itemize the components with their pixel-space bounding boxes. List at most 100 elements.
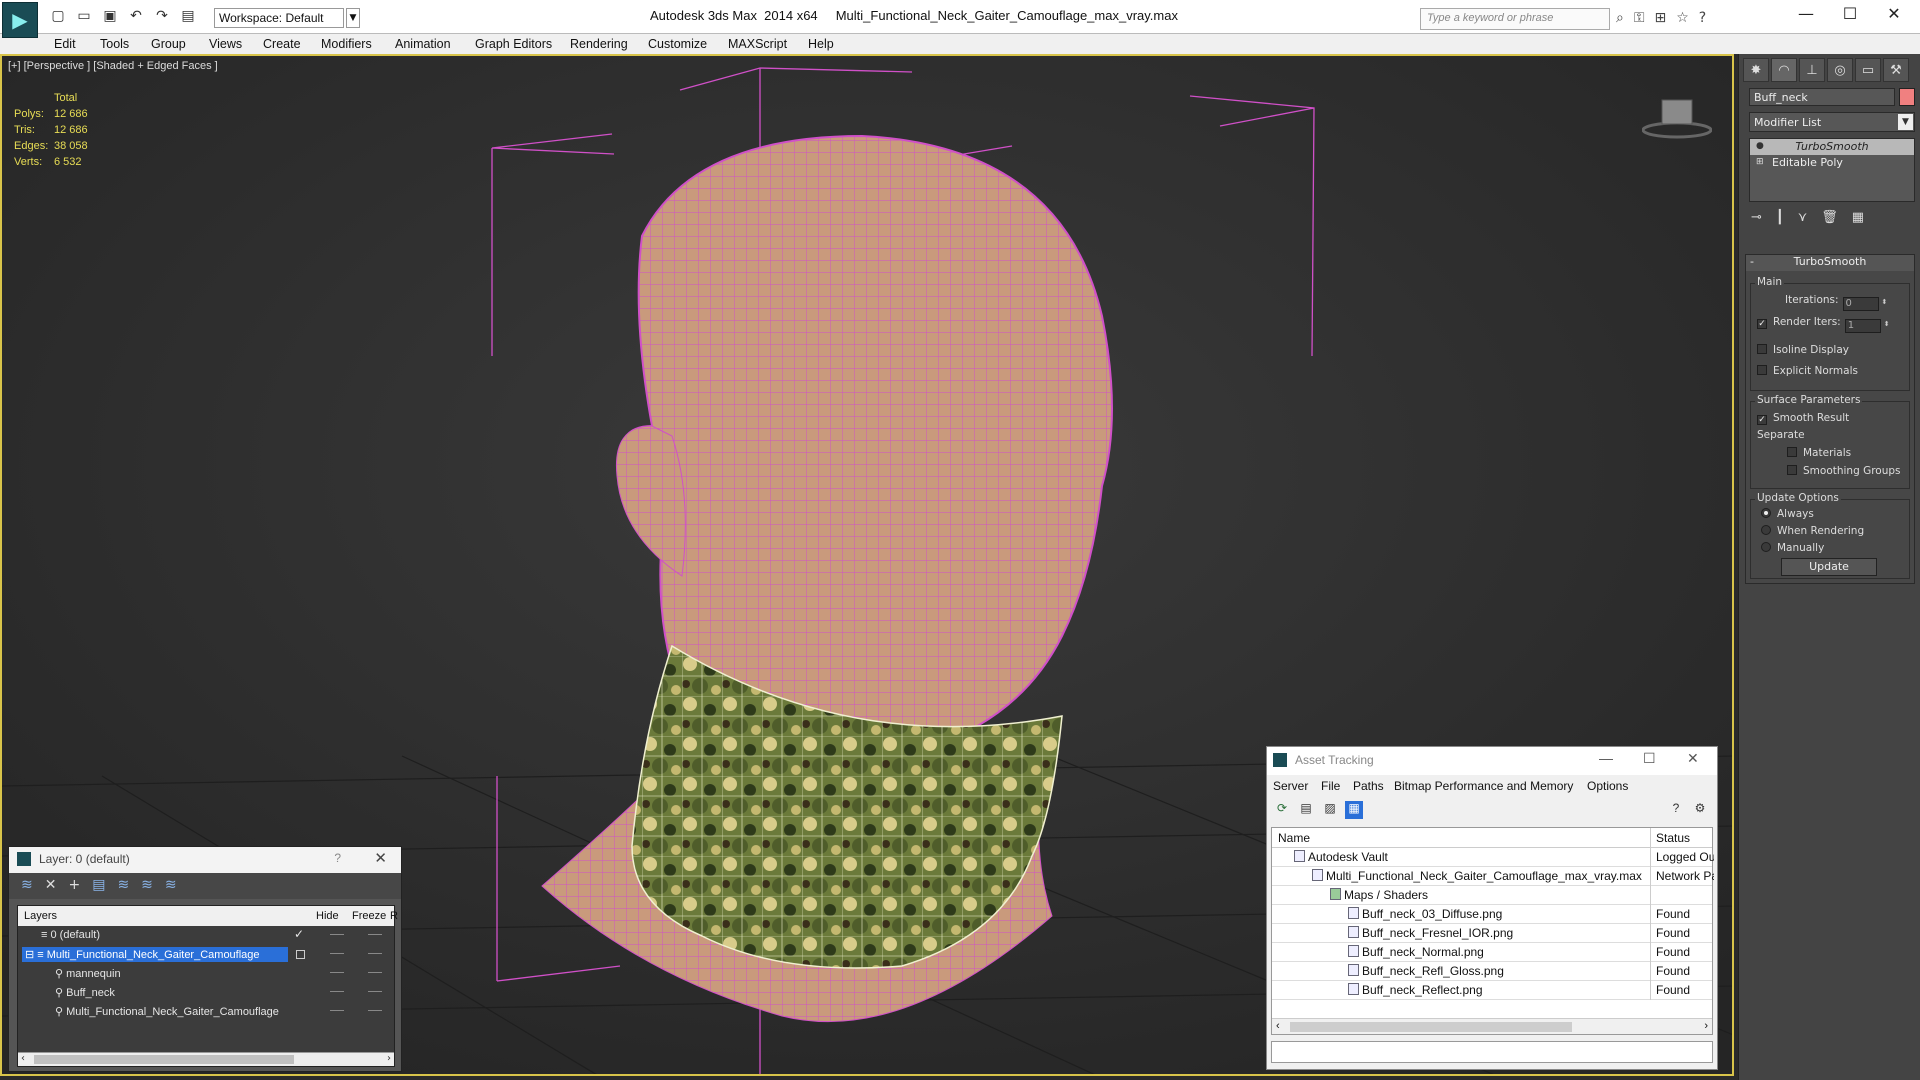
chevron-down-icon[interactable]: ▼ [1898, 114, 1913, 130]
asset-horizontal-scrollbar[interactable]: ‹ › [1272, 1018, 1712, 1034]
menu-modifiers[interactable]: Modifiers [321, 37, 372, 51]
menu-customize[interactable]: Customize [648, 37, 707, 51]
scrollbar-thumb[interactable] [1290, 1022, 1572, 1032]
smoothing-groups-checkbox[interactable] [1787, 465, 1797, 475]
menu-views[interactable]: Views [209, 37, 242, 51]
menu-animation[interactable]: Animation [395, 37, 451, 51]
list-view-icon[interactable]: ▤ [1297, 801, 1315, 819]
hide-toggle[interactable] [330, 953, 344, 954]
freeze-all-icon[interactable]: ≋ [165, 877, 177, 895]
menu-paths[interactable]: Paths [1353, 779, 1384, 793]
table-view-icon[interactable]: ▦ [1345, 801, 1363, 819]
workspace-dropdown[interactable]: Workspace: Default [214, 8, 344, 28]
asset-row[interactable]: Buff_neck_Fresnel_IOR.png Found [1272, 924, 1712, 943]
object-color-swatch[interactable] [1899, 88, 1915, 106]
viewcube-icon[interactable] [1642, 94, 1712, 140]
layer-window-titlebar[interactable]: Layer: 0 (default) ? ✕ [9, 847, 401, 873]
explicit-normals-checkbox[interactable] [1757, 365, 1767, 375]
spinner-arrows-icon[interactable]: ⬍ [1882, 298, 1888, 306]
save-icon[interactable]: ▣ [100, 6, 120, 26]
search-input[interactable]: Type a keyword or phrase [1420, 8, 1610, 30]
make-unique-icon[interactable]: ⋎ [1798, 210, 1808, 225]
help-icon[interactable]: ? [1699, 10, 1706, 26]
help-icon[interactable]: ? [334, 851, 341, 865]
maximize-icon[interactable]: ☐ [1830, 4, 1870, 23]
menu-help[interactable]: Help [808, 37, 834, 51]
layer-row[interactable]: ⚲ Buff_neck [18, 983, 394, 1002]
column-layers[interactable]: Layers [24, 910, 57, 922]
star-icon[interactable]: ☆ [1676, 10, 1689, 26]
scroll-left-icon[interactable]: ‹ [21, 1053, 25, 1064]
collapse-icon[interactable]: - [1750, 255, 1754, 268]
asset-path-field[interactable] [1271, 1041, 1713, 1063]
cart-icon[interactable]: ⊞ [1655, 10, 1667, 26]
menu-rendering[interactable]: Rendering [570, 37, 628, 51]
menu-bitmap-performance[interactable]: Bitmap Performance and Memory [1394, 779, 1573, 793]
menu-options[interactable]: Options [1587, 779, 1628, 793]
column-status[interactable]: Status [1656, 831, 1690, 845]
scroll-right-icon[interactable]: › [387, 1053, 391, 1064]
menu-graph-editors[interactable]: Graph Editors [475, 37, 552, 51]
object-name-field[interactable]: Buff_neck [1749, 88, 1895, 106]
close-icon[interactable]: ✕ [1874, 4, 1914, 23]
remove-modifier-icon[interactable]: 🗑 [1821, 210, 1838, 225]
menu-maxscript[interactable]: MAXScript [728, 37, 787, 51]
hide-toggle[interactable] [330, 1010, 344, 1011]
display-tab-icon[interactable]: ▭ [1855, 58, 1881, 82]
project-folder-icon[interactable]: ▤ [178, 6, 198, 26]
stack-item-editable-poly[interactable]: ⊞ Editable Poly [1750, 155, 1914, 171]
freeze-toggle[interactable] [368, 1010, 382, 1011]
hierarchy-tab-icon[interactable]: ⊥ [1799, 58, 1825, 82]
freeze-toggle[interactable] [368, 953, 382, 954]
when-rendering-radio[interactable] [1761, 525, 1771, 535]
key-icon[interactable]: ⚿ [1634, 10, 1645, 26]
freeze-toggle[interactable] [368, 934, 382, 935]
stack-item-turbosmooth[interactable]: ● TurboSmooth [1750, 139, 1914, 155]
close-icon[interactable]: ✕ [1687, 750, 1699, 767]
isoline-checkbox[interactable] [1757, 344, 1767, 354]
asset-row[interactable]: Buff_neck_Reflect.png Found [1272, 981, 1712, 1000]
menu-group[interactable]: Group [151, 37, 186, 51]
menu-tools[interactable]: Tools [100, 37, 129, 51]
layer-horizontal-scrollbar[interactable]: ‹ › [18, 1052, 394, 1066]
set-current-toggle[interactable] [296, 950, 305, 959]
select-objects-icon[interactable]: ▤ [92, 877, 105, 895]
asset-row[interactable]: Buff_neck_Normal.png Found [1272, 943, 1712, 962]
highlight-layer-icon[interactable]: ≋ [117, 877, 129, 895]
current-layer-check-icon[interactable]: ✓ [294, 927, 304, 941]
asset-row[interactable]: Maps / Shaders [1272, 886, 1712, 905]
smooth-result-checkbox[interactable]: ✓ [1757, 415, 1767, 425]
new-file-icon[interactable]: ▢ [48, 6, 68, 26]
minimize-icon[interactable]: — [1599, 750, 1613, 766]
column-name[interactable]: Name [1278, 831, 1310, 845]
app-logo-icon[interactable]: ▶ [2, 2, 38, 38]
minimize-icon[interactable]: — [1786, 4, 1826, 23]
new-layer-icon[interactable]: ≋ [21, 877, 33, 895]
iterations-spinner[interactable]: 0 [1842, 297, 1879, 311]
hide-toggle[interactable] [330, 991, 344, 992]
workspace-arrow-icon[interactable]: ▼ [346, 8, 360, 28]
layer-row[interactable]: ⚲ mannequin [18, 964, 394, 983]
lightbulb-icon[interactable]: ● [1756, 141, 1764, 151]
scrollbar-thumb[interactable] [34, 1055, 294, 1064]
rollout-header[interactable]: - TurboSmooth [1746, 255, 1914, 271]
layer-row[interactable]: ≡ 0 (default) ✓ [18, 926, 394, 945]
scroll-right-icon[interactable]: › [1704, 1020, 1708, 1032]
render-iters-checkbox[interactable]: ✓ [1757, 319, 1767, 329]
maximize-icon[interactable]: ☐ [1643, 750, 1656, 767]
freeze-toggle[interactable] [368, 991, 382, 992]
settings-icon[interactable]: ⚙ [1691, 801, 1709, 819]
delete-layer-icon[interactable]: ✕ [45, 877, 57, 895]
add-selection-icon[interactable]: + [68, 877, 80, 895]
show-end-result-icon[interactable]: ┃ [1776, 210, 1784, 225]
close-icon[interactable]: ✕ [374, 849, 387, 867]
layer-row[interactable]: ⊟ ≡ Multi_Functional_Neck_Gaiter_Camoufl… [18, 945, 394, 964]
manually-radio[interactable] [1761, 542, 1771, 552]
freeze-toggle[interactable] [368, 972, 382, 973]
open-file-icon[interactable]: ▭ [74, 6, 94, 26]
viewport-label[interactable]: [+] [Perspective ] [Shaded + Edged Faces… [8, 60, 218, 72]
asset-row[interactable]: Buff_neck_03_Diffuse.png Found [1272, 905, 1712, 924]
menu-create[interactable]: Create [263, 37, 301, 51]
hide-toggle[interactable] [330, 972, 344, 973]
motion-tab-icon[interactable]: ◎ [1827, 58, 1853, 82]
